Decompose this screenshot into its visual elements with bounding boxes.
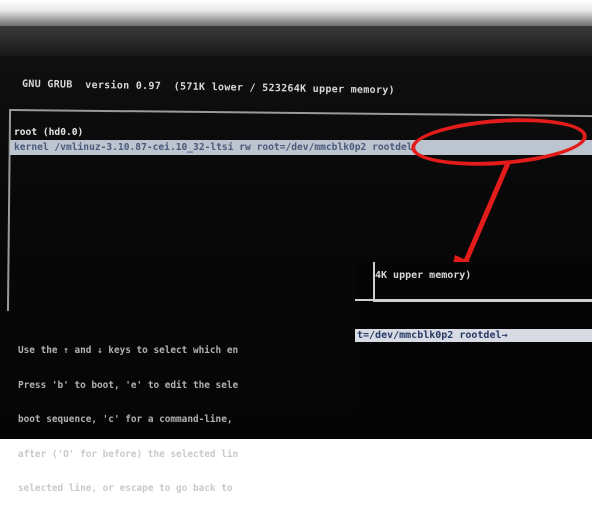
zoom-title: 4K upper memory) [375, 270, 472, 281]
zoom-menu-frame [355, 299, 592, 439]
zoom-title-frame: 4K upper memory) [373, 262, 592, 302]
help-line: selected line, or escape to go back to [18, 483, 233, 494]
help-line: after ('O' for before) the selected lin [18, 448, 239, 460]
zoom-inset: 4K upper memory) t=/dev/mmcblk0p2 rootde… [355, 262, 592, 439]
zoom-kernel-line: t=/dev/mmcblk0p2 rootdel→ [355, 329, 592, 342]
